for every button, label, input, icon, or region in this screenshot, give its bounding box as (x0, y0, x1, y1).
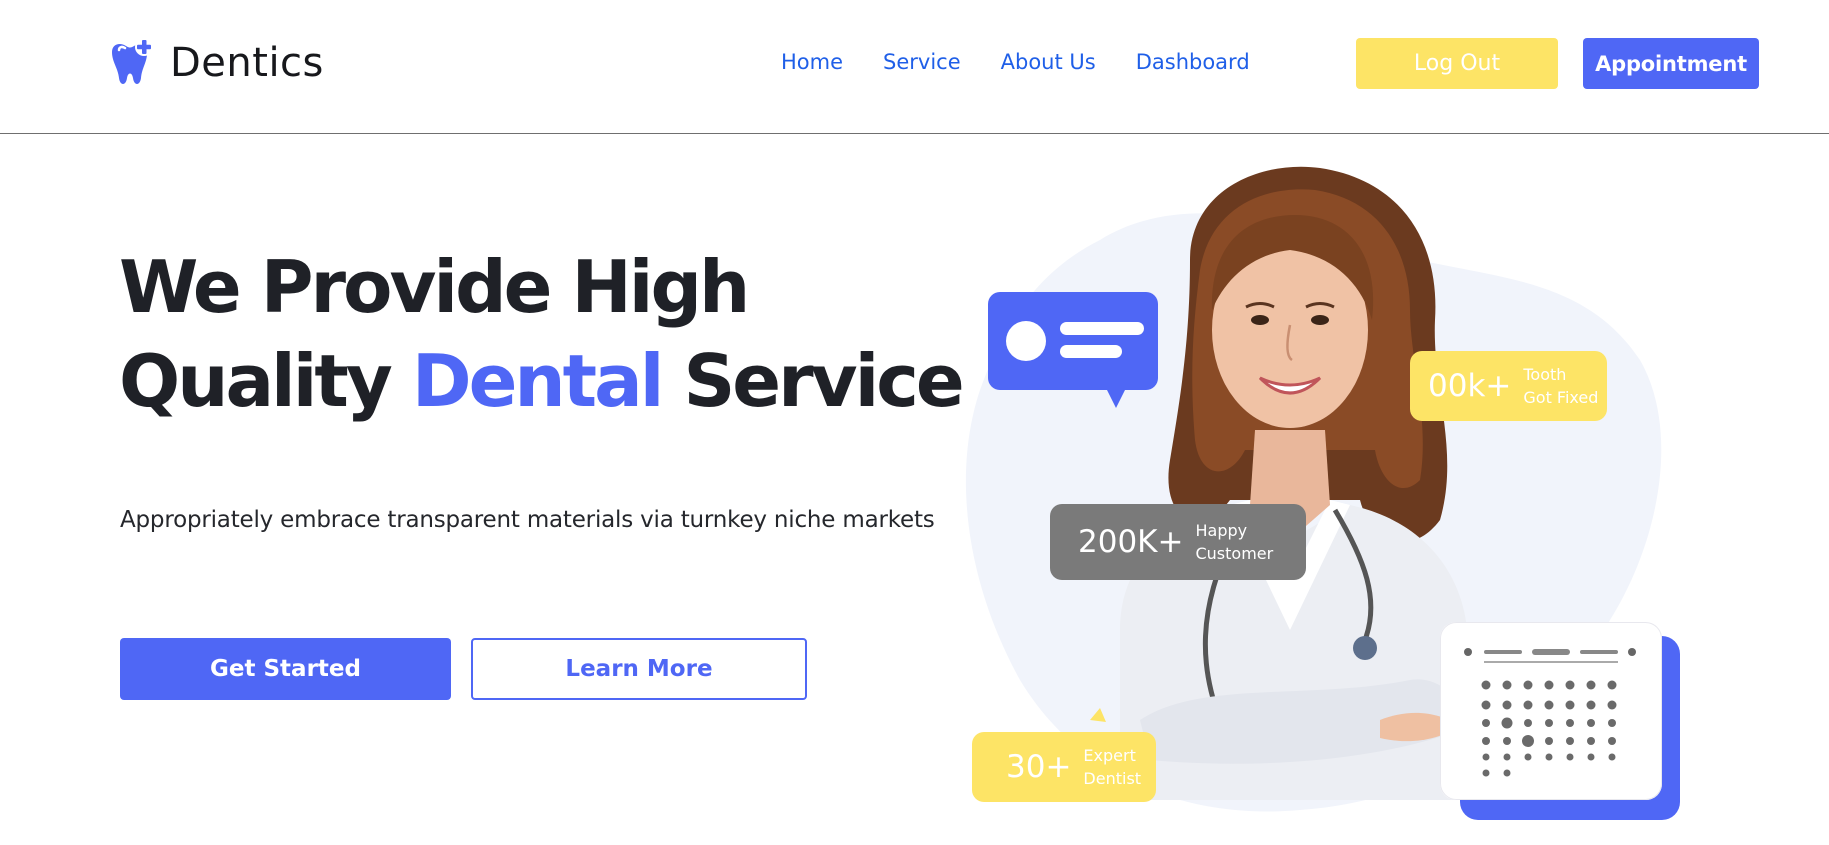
learn-more-button[interactable]: Learn More (471, 638, 807, 700)
stat-badge-tooth: 00k+ Tooth Got Fixed (1410, 351, 1607, 421)
nav-link-about-us[interactable]: About Us (1001, 50, 1096, 74)
stat-happy-label: Happy Customer (1195, 519, 1273, 565)
doctor-photo (1120, 166, 1470, 800)
stat-expert-label: Expert Dentist (1083, 744, 1141, 790)
nav-link-service[interactable]: Service (883, 50, 961, 74)
appointment-button[interactable]: Appointment (1583, 38, 1759, 89)
stat-expert-label-line2: Dentist (1083, 769, 1142, 788)
hero-illustration: 00k+ Tooth Got Fixed 200K+ Happy Custome… (960, 160, 1680, 820)
logo[interactable]: Dentics (104, 38, 324, 88)
site-header: Dentics Home Service About Us Dashboard … (0, 0, 1829, 134)
hero-subtitle: Appropriately embrace transparent materi… (120, 507, 935, 533)
stat-badge-expert-dentist: 30+ Expert Dentist (972, 732, 1156, 802)
hero-title-line2-post: Service (661, 339, 964, 423)
logout-button[interactable]: Log Out (1356, 38, 1558, 89)
brand-name: Dentics (170, 40, 324, 86)
nav-link-home[interactable]: Home (781, 50, 843, 74)
stat-tooth-label-line2: Got Fixed (1523, 388, 1599, 407)
stat-tooth-value: 00k+ (1428, 368, 1512, 404)
hero-title: We Provide High Quality Dental Service (119, 240, 965, 428)
stat-tooth-label: Tooth Got Fixed (1523, 363, 1598, 409)
hero-title-accent: Dental (411, 339, 665, 423)
chat-bubble-icon (988, 292, 1158, 408)
stat-badge-happy-customer: 200K+ Happy Customer (1050, 504, 1306, 580)
main-nav: Home Service About Us Dashboard (781, 50, 1290, 74)
stat-happy-label-line2: Customer (1195, 544, 1274, 563)
stat-tooth-label-line1: Tooth (1523, 365, 1567, 384)
calendar-icon (1440, 622, 1680, 820)
get-started-button[interactable]: Get Started (120, 638, 451, 700)
hero-title-line2-pre: Quality (119, 339, 412, 423)
nav-link-dashboard[interactable]: Dashboard (1136, 50, 1250, 74)
stat-expert-value: 30+ (1006, 749, 1072, 785)
stat-happy-value: 200K+ (1078, 524, 1184, 560)
tooth-plus-icon (104, 38, 156, 88)
hero-title-line1: We Provide High (119, 245, 750, 329)
stat-expert-label-line1: Expert (1083, 746, 1136, 765)
stat-happy-label-line1: Happy (1195, 521, 1248, 540)
